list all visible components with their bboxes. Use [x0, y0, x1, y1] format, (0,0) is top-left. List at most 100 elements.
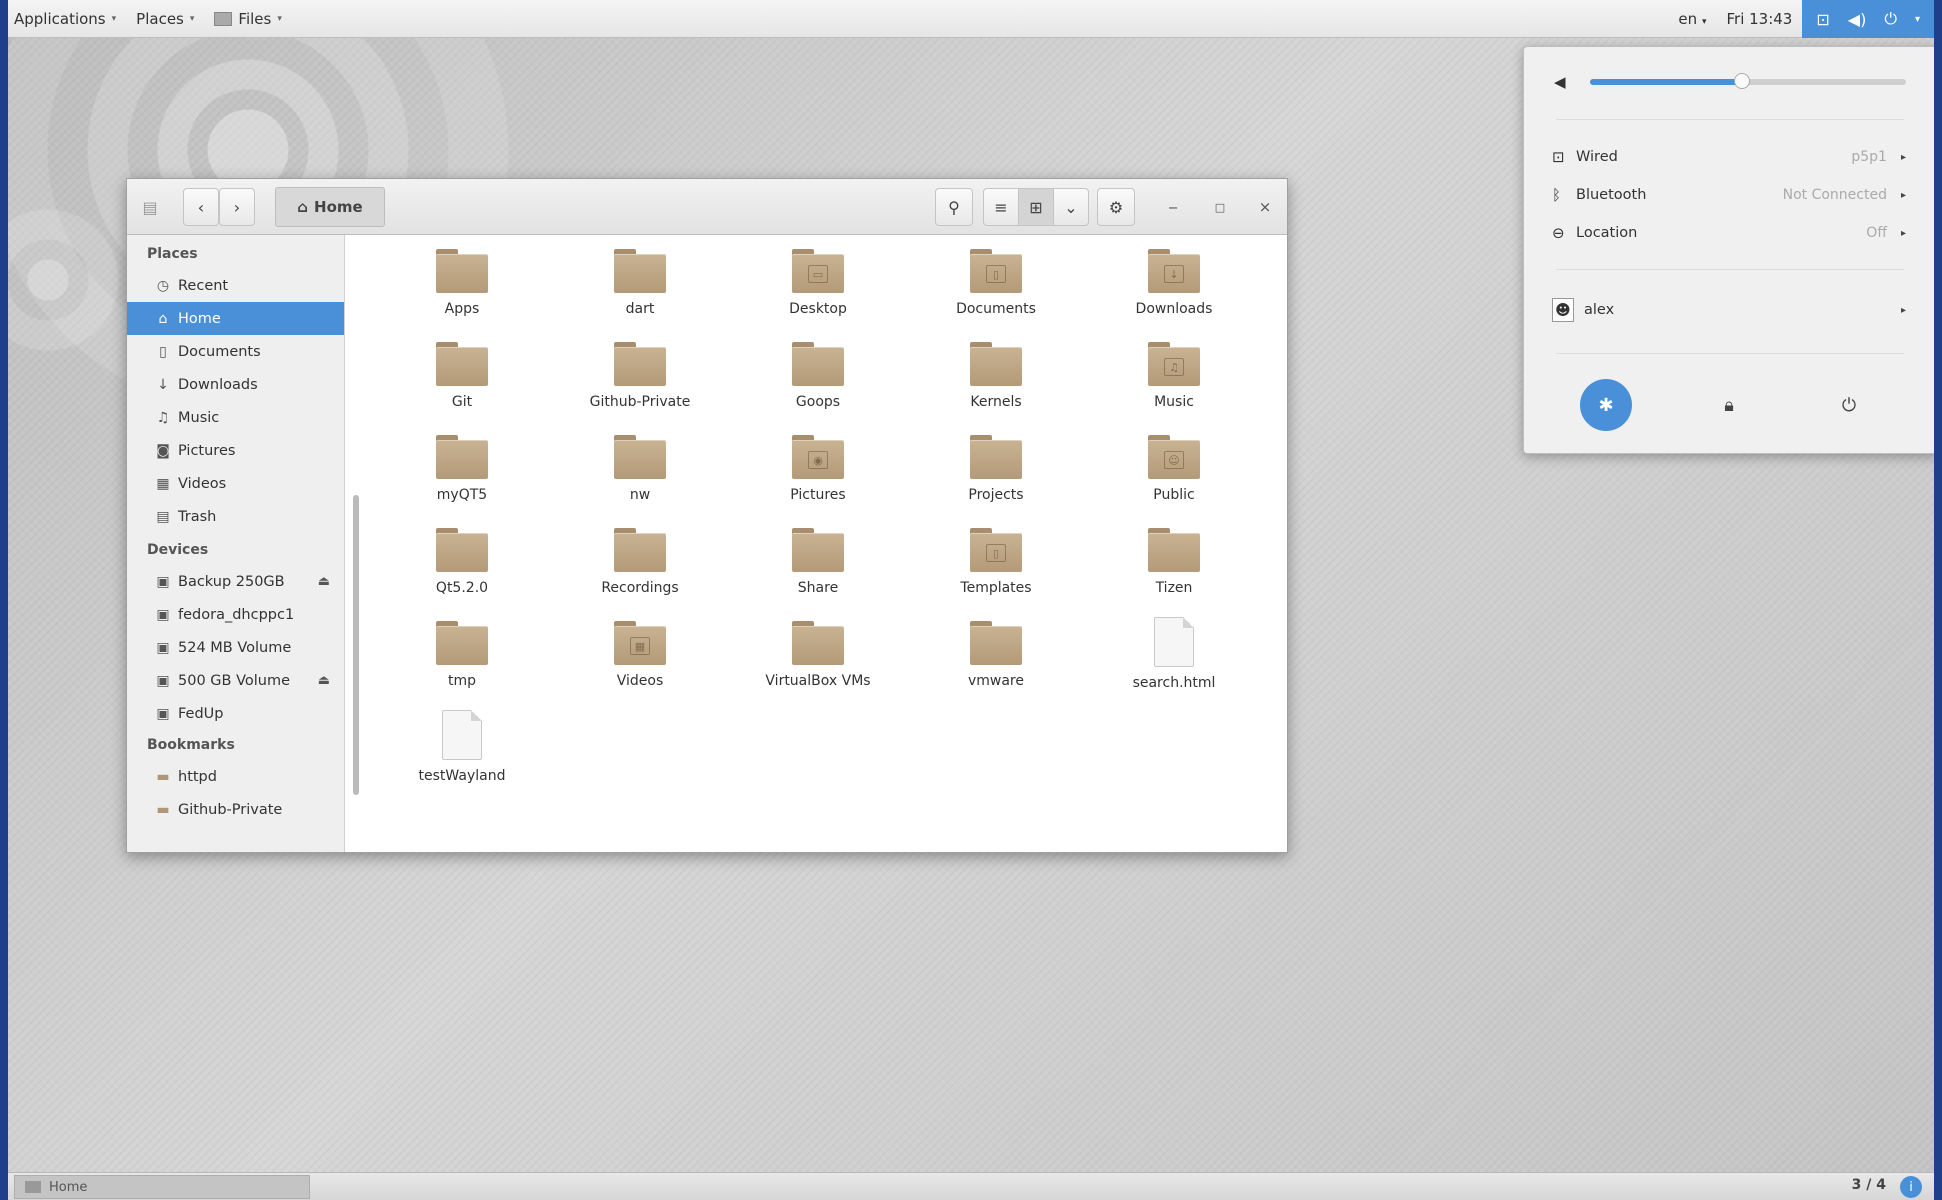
places-menu[interactable]: Places ▾ — [130, 10, 208, 28]
sidebar-item-home[interactable]: ⌂ Home — [127, 302, 344, 335]
user-row[interactable]: ☻ alex ▸ — [1552, 297, 1906, 323]
sidebar-item-fedup[interactable]: ▣ FedUp — [127, 697, 344, 730]
view-options-button[interactable]: ⌄ — [1053, 188, 1089, 226]
folder-item[interactable]: Tizen — [1085, 514, 1263, 607]
volume-icon: ◀) — [1847, 9, 1867, 29]
folder-item[interactable]: Projects — [907, 421, 1085, 514]
folder-item[interactable]: ▯ Documents — [907, 235, 1085, 328]
volume-row: ◀ — [1554, 69, 1906, 95]
volume-slider[interactable] — [1590, 73, 1906, 89]
sidebar-item-pictures[interactable]: ◙ Pictures — [127, 434, 344, 467]
folder-item[interactable]: dart — [551, 235, 729, 328]
wired-row[interactable]: ⊡ Wired p5p1 ▸ — [1552, 144, 1906, 170]
breadcrumb-label: Home — [314, 198, 363, 216]
taskbar-item-home[interactable]: Home — [14, 1175, 310, 1199]
folder-item[interactable]: ▭ Desktop — [729, 235, 907, 328]
sidebar-item-videos[interactable]: ▦ Videos — [127, 467, 344, 500]
folder-icon: ▯ — [970, 249, 1022, 293]
folder-icon — [436, 528, 488, 572]
folder-icon: ♫ — [1148, 342, 1200, 386]
chevron-right-icon: ▸ — [1900, 189, 1906, 201]
folder-item[interactable]: ▦ Videos — [551, 607, 729, 700]
folder-item[interactable]: nw — [551, 421, 729, 514]
search-button[interactable]: ⚲ — [935, 188, 973, 226]
folder-item[interactable]: tmp — [373, 607, 551, 700]
file-item[interactable]: testWayland — [373, 700, 551, 793]
folder-item[interactable]: ◉ Pictures — [729, 421, 907, 514]
clock-icon: ◷ — [156, 277, 170, 294]
folder-icon: ☺ — [1148, 435, 1200, 479]
back-button[interactable]: ‹ — [183, 188, 219, 226]
message-tray-icon[interactable]: i — [1900, 1176, 1922, 1198]
folder-icon — [436, 621, 488, 665]
folder-item[interactable]: Qt5.2.0 — [373, 514, 551, 607]
folder-item[interactable]: Github-Private — [551, 328, 729, 421]
lock-button[interactable]: 🔒︎ — [1703, 379, 1755, 431]
folder-icon — [436, 435, 488, 479]
sidebar-item-downloads[interactable]: ↓ Downloads — [127, 368, 344, 401]
grid-view-button[interactable]: ⊞ — [1018, 188, 1054, 226]
folder-item[interactable]: Apps — [373, 235, 551, 328]
wired-label: Wired — [1576, 149, 1618, 165]
sidebar-item-recent[interactable]: ◷ Recent — [127, 269, 344, 302]
minimize-button[interactable]: ‒ — [1161, 195, 1185, 219]
settings-button[interactable]: ⚙ — [1097, 188, 1135, 226]
input-language-indicator[interactable]: en ▾ — [1668, 10, 1716, 28]
volume-slider-handle[interactable] — [1733, 73, 1750, 89]
folder-item[interactable]: ☺ Public — [1085, 421, 1263, 514]
sidebar-item-524-mb-volume[interactable]: ▣ 524 MB Volume — [127, 631, 344, 664]
folder-item[interactable]: Kernels — [907, 328, 1085, 421]
bluetooth-row[interactable]: ᛒ Bluetooth Not Connected ▸ — [1552, 182, 1906, 208]
folder-item[interactable]: Recordings — [551, 514, 729, 607]
sidebar-item-httpd[interactable]: ▬ httpd — [127, 760, 344, 793]
sidebar-item-documents[interactable]: ▯ Documents — [127, 335, 344, 368]
sidebar-toggle-icon[interactable]: ▤ — [135, 188, 165, 226]
sidebar-item-500-gb-volume[interactable]: ▣ 500 GB Volume ⏏ — [127, 664, 344, 697]
folder-item[interactable]: VirtualBox VMs — [729, 607, 907, 700]
workspace-indicator[interactable]: 3 / 4 — [1852, 1177, 1886, 1193]
folder-item[interactable]: vmware — [907, 607, 1085, 700]
power-off-button[interactable]: ⏻ — [1823, 379, 1875, 431]
applications-menu[interactable]: Applications ▾ — [8, 10, 130, 28]
separator — [1556, 353, 1904, 354]
folder-icon — [792, 621, 844, 665]
eject-icon[interactable]: ⏏ — [318, 673, 330, 688]
breadcrumb[interactable]: ⌂ Home — [275, 187, 385, 227]
file-name-label: Music — [1154, 394, 1194, 410]
sidebar-item-backup-250gb[interactable]: ▣ Backup 250GB ⏏ — [127, 565, 344, 598]
folder-item[interactable]: myQT5 — [373, 421, 551, 514]
folder-item[interactable]: Git — [373, 328, 551, 421]
list-view-button[interactable]: ≡ — [983, 188, 1019, 226]
close-icon: × — [1258, 198, 1272, 216]
sidebar-item-github-private[interactable]: ▬ Github-Private — [127, 793, 344, 826]
maximize-button[interactable]: □ — [1208, 195, 1232, 219]
taskbar-item-label: Home — [49, 1179, 88, 1195]
files-app-icon — [214, 11, 233, 26]
sidebar-item-trash[interactable]: ▤ Trash — [127, 500, 344, 533]
sidebar-item-music[interactable]: ♫ Music — [127, 401, 344, 434]
chevron-right-icon: ▸ — [1900, 304, 1906, 316]
clock[interactable]: Fri 13:43 — [1716, 10, 1802, 28]
settings-button[interactable]: ✱ — [1580, 379, 1632, 431]
close-button[interactable]: × — [1253, 195, 1277, 219]
location-row[interactable]: ⊖ Location Off ▸ — [1552, 220, 1906, 246]
system-status-area[interactable]: ⊡ ◀) ⏻ ▾ — [1802, 0, 1934, 38]
location-value: Off — [1866, 225, 1887, 241]
avatar: ☻ — [1552, 298, 1574, 322]
forward-button[interactable]: › — [219, 188, 255, 226]
language-label: en — [1678, 10, 1698, 28]
sidebar-item-fedora-dhcppc1[interactable]: ▣ fedora_dhcppc1 — [127, 598, 344, 631]
eject-icon[interactable]: ⏏ — [318, 574, 330, 589]
folder-item[interactable]: ♫ Music — [1085, 328, 1263, 421]
places-heading: Places — [147, 246, 198, 262]
sidebar-scrollbar[interactable] — [353, 495, 359, 795]
chevron-left-icon: ‹ — [197, 197, 205, 217]
folder-item[interactable]: ↓ Downloads — [1085, 235, 1263, 328]
chevron-down-icon: ▾ — [1914, 13, 1920, 25]
folder-item[interactable]: ▯ Templates — [907, 514, 1085, 607]
files-app-menu[interactable]: Files ▾ — [208, 10, 295, 28]
file-item[interactable]: search.html — [1085, 607, 1263, 700]
folder-item[interactable]: Share — [729, 514, 907, 607]
chevron-down-icon: ▾ — [189, 13, 195, 24]
folder-item[interactable]: Goops — [729, 328, 907, 421]
